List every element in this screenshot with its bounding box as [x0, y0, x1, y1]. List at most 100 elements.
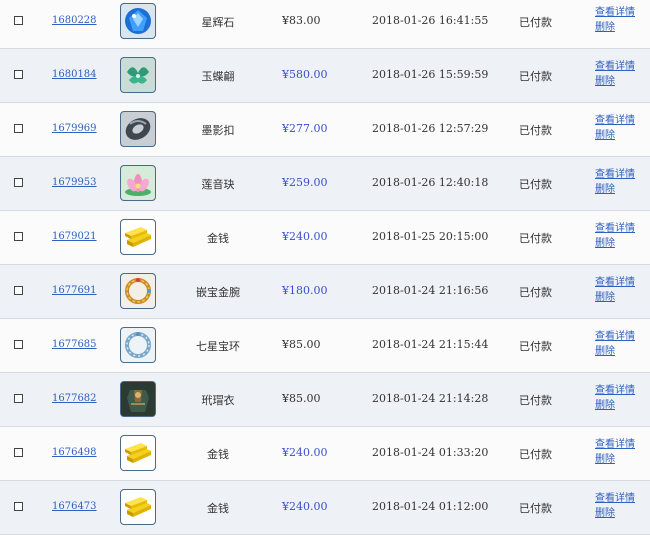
order-status: 已付款	[519, 340, 552, 353]
delete-link[interactable]: 删除	[595, 344, 635, 359]
gold-bars-icon	[120, 435, 156, 471]
item-price: ¥85.00	[282, 338, 321, 351]
order-row: 1680184 玉蝶翩 ¥580.00 2018-01-26 15:59:59 …	[0, 49, 650, 103]
select-checkbox[interactable]	[14, 70, 23, 79]
item-name: 莲音玦	[201, 178, 235, 191]
view-details-link[interactable]: 查看详情	[595, 5, 635, 20]
lotus-icon	[120, 165, 156, 201]
blue-gem-icon	[120, 3, 156, 39]
view-details-link[interactable]: 查看详情	[595, 437, 635, 452]
row-actions: 查看详情 删除	[595, 491, 635, 521]
order-row: 1677682 玳瑁衣 ¥85.00 2018-01-24 21:14:28 已…	[0, 373, 650, 427]
view-details-link[interactable]: 查看详情	[595, 275, 635, 290]
order-time: 2018-01-25 20:15:00	[372, 230, 489, 243]
order-id-link[interactable]: 1680184	[52, 69, 97, 80]
row-actions: 查看详情 删除	[595, 437, 635, 467]
item-name: 玉蝶翩	[201, 70, 235, 83]
order-status: 已付款	[519, 394, 552, 407]
armor-icon	[120, 381, 156, 417]
delete-link[interactable]: 删除	[595, 236, 635, 251]
item-price: ¥240.00	[282, 500, 328, 513]
order-time: 2018-01-26 15:59:59	[372, 68, 489, 81]
row-actions: 查看详情 删除	[595, 113, 635, 143]
view-details-link[interactable]: 查看详情	[595, 383, 635, 398]
item-price: ¥580.00	[282, 68, 328, 81]
delete-link[interactable]: 删除	[595, 74, 635, 89]
item-price: ¥277.00	[282, 122, 328, 135]
order-id-link[interactable]: 1677682	[52, 393, 97, 404]
order-row: 1679953 莲音玦 ¥259.00 2018-01-26 12:40:18 …	[0, 157, 650, 211]
order-time: 2018-01-24 21:16:56	[372, 284, 489, 297]
row-actions: 查看详情 删除	[595, 59, 635, 89]
item-name: 金钱	[207, 448, 229, 461]
select-checkbox[interactable]	[14, 340, 23, 349]
order-id-link[interactable]: 1680228	[52, 15, 97, 26]
order-list: 1680228 星辉石 ¥83.00 2018-01-26 16:41:55 已…	[0, 0, 650, 535]
gold-bars-icon	[120, 489, 156, 525]
delete-link[interactable]: 删除	[595, 20, 635, 35]
order-row: 1677685 七星宝环 ¥85.00 2018-01-24 21:15:44 …	[0, 319, 650, 373]
select-checkbox[interactable]	[14, 502, 23, 511]
row-actions: 查看详情 删除	[595, 5, 635, 35]
delete-link[interactable]: 删除	[595, 452, 635, 467]
select-checkbox[interactable]	[14, 394, 23, 403]
order-id-link[interactable]: 1679953	[52, 177, 97, 188]
order-row: 1676498 金钱 ¥240.00 2018-01-24 01:33:20 已…	[0, 427, 650, 481]
select-checkbox[interactable]	[14, 232, 23, 241]
view-details-link[interactable]: 查看详情	[595, 59, 635, 74]
item-price: ¥180.00	[282, 284, 328, 297]
order-status: 已付款	[519, 502, 552, 515]
item-name: 墨影扣	[201, 124, 235, 137]
item-name: 星辉石	[201, 16, 235, 29]
order-time: 2018-01-26 16:41:55	[372, 14, 489, 27]
order-id-link[interactable]: 1677685	[52, 339, 97, 350]
item-price: ¥240.00	[282, 446, 328, 459]
delete-link[interactable]: 删除	[595, 128, 635, 143]
item-name: 金钱	[207, 502, 229, 515]
order-id-link[interactable]: 1679969	[52, 123, 97, 134]
item-price: ¥259.00	[282, 176, 328, 189]
select-checkbox[interactable]	[14, 124, 23, 133]
select-checkbox[interactable]	[14, 286, 23, 295]
select-checkbox[interactable]	[14, 448, 23, 457]
order-id-link[interactable]: 1677691	[52, 285, 97, 296]
order-time: 2018-01-24 21:15:44	[372, 338, 489, 351]
item-name: 七星宝环	[196, 340, 240, 353]
item-price: ¥83.00	[282, 14, 321, 27]
order-time: 2018-01-26 12:40:18	[372, 176, 489, 189]
view-details-link[interactable]: 查看详情	[595, 491, 635, 506]
item-price: ¥240.00	[282, 230, 328, 243]
select-checkbox[interactable]	[14, 178, 23, 187]
delete-link[interactable]: 删除	[595, 290, 635, 305]
view-details-link[interactable]: 查看详情	[595, 329, 635, 344]
view-details-link[interactable]: 查看详情	[595, 167, 635, 182]
order-id-link[interactable]: 1676498	[52, 447, 97, 458]
order-time: 2018-01-24 01:33:20	[372, 446, 489, 459]
order-status: 已付款	[519, 448, 552, 461]
blue-ring-icon	[120, 327, 156, 363]
order-row: 1679021 金钱 ¥240.00 2018-01-25 20:15:00 已…	[0, 211, 650, 265]
row-actions: 查看详情 删除	[595, 383, 635, 413]
order-time: 2018-01-26 12:57:29	[372, 122, 489, 135]
view-details-link[interactable]: 查看详情	[595, 221, 635, 236]
order-id-link[interactable]: 1679021	[52, 231, 97, 242]
order-status: 已付款	[519, 124, 552, 137]
delete-link[interactable]: 删除	[595, 398, 635, 413]
order-row: 1680228 星辉石 ¥83.00 2018-01-26 16:41:55 已…	[0, 0, 650, 49]
order-status: 已付款	[519, 286, 552, 299]
row-actions: 查看详情 删除	[595, 329, 635, 359]
order-status: 已付款	[519, 70, 552, 83]
ink-buckle-icon	[120, 111, 156, 147]
order-status: 已付款	[519, 16, 552, 29]
view-details-link[interactable]: 查看详情	[595, 113, 635, 128]
order-row: 1677691 嵌宝金腕 ¥180.00 2018-01-24 21:16:56…	[0, 265, 650, 319]
item-price: ¥85.00	[282, 392, 321, 405]
delete-link[interactable]: 删除	[595, 182, 635, 197]
delete-link[interactable]: 删除	[595, 506, 635, 521]
select-checkbox[interactable]	[14, 16, 23, 25]
order-time: 2018-01-24 21:14:28	[372, 392, 489, 405]
order-row: 1679969 墨影扣 ¥277.00 2018-01-26 12:57:29 …	[0, 103, 650, 157]
item-name: 玳瑁衣	[201, 394, 235, 407]
order-id-link[interactable]: 1676473	[52, 501, 97, 512]
item-name: 金钱	[207, 232, 229, 245]
